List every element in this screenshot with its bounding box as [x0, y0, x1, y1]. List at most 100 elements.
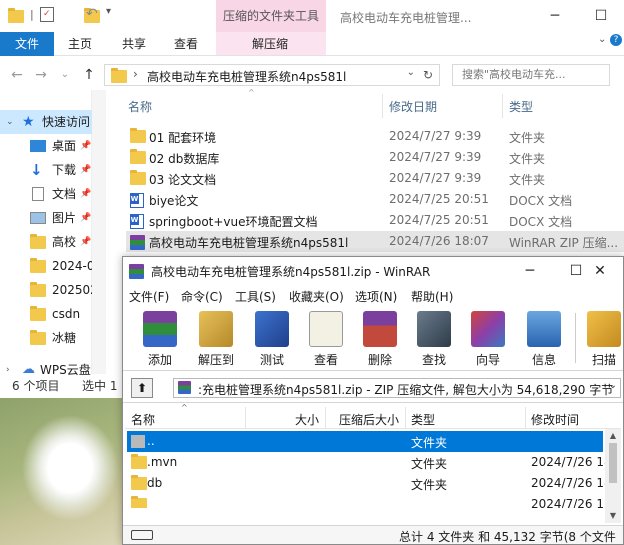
- nav-folder-csdn[interactable]: csdn: [0, 302, 92, 326]
- column-modified[interactable]: 修改时间: [531, 411, 579, 428]
- column-size[interactable]: 大小: [295, 411, 319, 428]
- file-name: 01 配套环境: [149, 131, 217, 145]
- maximize-button[interactable]: ☐: [578, 0, 624, 32]
- nav-label: 冰糖: [52, 331, 77, 345]
- search-input[interactable]: 搜索"高校电动车充...: [452, 64, 610, 86]
- tool-label: 查看: [313, 353, 338, 367]
- menu-options[interactable]: 选项(N): [355, 288, 397, 305]
- test-icon: [255, 311, 289, 347]
- nav-folder-202502[interactable]: 202502: [0, 278, 92, 302]
- chevron-down-icon[interactable]: ⌄: [609, 380, 617, 391]
- close-button[interactable]: ✕: [577, 257, 623, 285]
- chevron-down-icon[interactable]: ⌄: [6, 110, 14, 134]
- chevron-right-icon[interactable]: ›: [133, 67, 138, 81]
- properties-icon[interactable]: ✓: [40, 7, 54, 22]
- file-row[interactable]: 02 db数据库 2024/7/27 9:39 文件夹: [126, 147, 624, 168]
- address-path[interactable]: 高校电动车充电桩管理系统n4ps581l: [147, 68, 346, 85]
- menu-tools[interactable]: 工具(S): [235, 288, 276, 305]
- scroll-up-icon[interactable]: ▲: [605, 431, 621, 440]
- compressed-folder-tools-tab[interactable]: 压缩的文件夹工具: [216, 0, 326, 32]
- nav-pictures[interactable]: 图片 📌: [0, 206, 92, 230]
- column-divider[interactable]: [525, 407, 526, 429]
- column-packed-size[interactable]: 压缩后大小: [339, 411, 399, 428]
- info-button[interactable]: 信息: [519, 309, 569, 369]
- nav-label: 2024-0: [52, 259, 92, 273]
- nav-folder-2024[interactable]: 2024-0: [0, 254, 92, 278]
- winrar-icon: [129, 264, 144, 279]
- tab-view[interactable]: 查看: [166, 32, 206, 56]
- help-icon[interactable]: ?: [610, 34, 622, 46]
- archive-path-field[interactable]: :充电桩管理系统n4ps581l.zip - ZIP 压缩文件, 解包大小为 5…: [173, 378, 621, 398]
- minimize-button[interactable]: ─: [507, 257, 553, 285]
- column-divider[interactable]: [405, 407, 406, 429]
- archive-row-partial[interactable]: 2024/7/26 18: [127, 494, 603, 508]
- nav-folder-gaoxiao[interactable]: 高校 📌: [0, 230, 92, 254]
- column-divider[interactable]: [245, 407, 246, 429]
- tab-extract[interactable]: 解压缩: [240, 32, 300, 56]
- file-name: springboot+vue环境配置文档: [149, 215, 318, 229]
- explorer-titlebar: | ✓ ↶ ▾ 压缩的文件夹工具 高校电动车充电桩管理... ─ ☐: [0, 0, 624, 32]
- file-row[interactable]: 01 配套环境 2024/7/27 9:39 文件夹: [126, 126, 624, 147]
- scroll-down-icon[interactable]: ▼: [605, 511, 621, 520]
- nav-folder-bingtang[interactable]: 冰糖: [0, 326, 92, 350]
- test-button[interactable]: 测试: [247, 309, 297, 369]
- tab-share[interactable]: 共享: [114, 32, 154, 56]
- address-bar[interactable]: › 高校电动车充电桩管理系统n4ps581l ⌄ ↻: [104, 64, 440, 86]
- nav-scrollbar[interactable]: [92, 90, 106, 374]
- scroll-thumb[interactable]: [609, 443, 617, 483]
- column-divider[interactable]: [382, 94, 383, 118]
- tab-file[interactable]: 文件: [0, 32, 54, 56]
- wizard-button[interactable]: 向导: [463, 309, 513, 369]
- archive-summary: 总计 4 文件夹 和 45,132 字节(8 个文件: [399, 530, 616, 544]
- tab-home[interactable]: 主页: [60, 32, 100, 56]
- file-date: 2024/7/27 9:39: [389, 150, 482, 164]
- menu-help[interactable]: 帮助(H): [411, 288, 453, 305]
- nav-documents[interactable]: 文档 📌: [0, 182, 92, 206]
- add-button[interactable]: 添加: [135, 309, 185, 369]
- file-row-selected[interactable]: 高校电动车充电桩管理系统n4ps581l 2024/7/26 18:07 Win…: [126, 231, 624, 252]
- delete-button[interactable]: 删除: [355, 309, 405, 369]
- menu-file[interactable]: 文件(F): [129, 288, 169, 305]
- forward-icon[interactable]: →: [32, 66, 50, 84]
- menu-favorites[interactable]: 收藏夹(O): [289, 288, 344, 305]
- entry-modified: 2024/7/26 18: [531, 497, 603, 508]
- column-name[interactable]: 名称: [128, 98, 152, 115]
- view-button[interactable]: 查看: [301, 309, 351, 369]
- column-divider[interactable]: [502, 94, 503, 118]
- nav-downloads[interactable]: ↓ 下载 📌: [0, 158, 92, 182]
- menu-commands[interactable]: 命令(C): [181, 288, 223, 305]
- back-icon[interactable]: ←: [8, 66, 26, 84]
- extract-to-button[interactable]: 解压到: [191, 309, 241, 369]
- up-folder-icon: [131, 435, 145, 448]
- chevron-down-icon[interactable]: ⌄: [407, 67, 415, 78]
- recent-locations-icon[interactable]: ⌄: [56, 66, 74, 84]
- file-row[interactable]: springboot+vue环境配置文档 2024/7/25 20:51 DOC…: [126, 210, 624, 231]
- customize-quick-access-icon[interactable]: ▾: [106, 6, 122, 20]
- nav-quick-access[interactable]: ⌄ ★ 快速访问: [0, 110, 92, 134]
- delete-icon: [363, 311, 397, 347]
- archive-row[interactable]: db 文件夹 2024/7/26 18: [127, 473, 612, 494]
- column-type[interactable]: 类型: [509, 98, 533, 115]
- minimize-button[interactable]: ─: [532, 0, 578, 32]
- column-name[interactable]: 名称: [131, 411, 155, 428]
- up-one-level-button[interactable]: ⬆: [131, 378, 153, 398]
- tool-label: 向导: [475, 353, 500, 367]
- refresh-icon[interactable]: ↻: [419, 66, 437, 84]
- archive-row-selected[interactable]: .. 文件夹: [127, 431, 603, 452]
- archive-row[interactable]: .mvn 文件夹 2024/7/26 18: [127, 452, 612, 473]
- find-button[interactable]: 查找: [409, 309, 459, 369]
- file-row[interactable]: biye论文 2024/7/25 20:51 DOCX 文档: [126, 189, 624, 210]
- column-divider[interactable]: [325, 407, 326, 429]
- entry-type: 文件夹: [411, 457, 448, 471]
- tool-label: 删除: [367, 353, 392, 367]
- info-icon: [527, 311, 561, 347]
- undo-icon[interactable]: ↶: [86, 6, 102, 22]
- file-row[interactable]: 03 论文文档 2024/7/27 9:39 文件夹: [126, 168, 624, 189]
- up-icon[interactable]: ↑: [80, 66, 98, 84]
- scan-button[interactable]: 扫描: [579, 309, 623, 369]
- nav-desktop[interactable]: 桌面 📌: [0, 134, 92, 158]
- archive-scrollbar[interactable]: ▲ ▼: [605, 429, 621, 523]
- column-type[interactable]: 类型: [411, 411, 435, 428]
- column-date[interactable]: 修改日期: [389, 98, 437, 115]
- expand-ribbon-icon[interactable]: ⌄: [598, 34, 606, 45]
